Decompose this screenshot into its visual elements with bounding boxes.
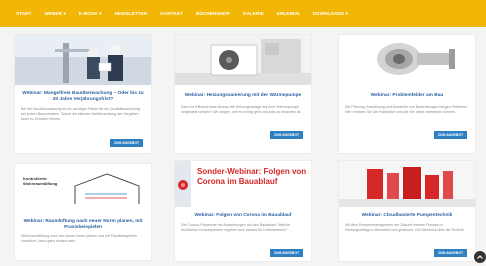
construction-workers-image xyxy=(15,35,151,85)
nav-item-ebook[interactable]: E-BOOK ▾ xyxy=(79,11,102,17)
nav-item-newsletter[interactable]: NEWSLETTER xyxy=(115,11,148,16)
card-title[interactable]: Webinar: Cloudbasierte Pumpentechnik xyxy=(345,213,469,219)
card-more-button[interactable]: ZUM ANGEBOT xyxy=(434,249,467,257)
webinar-card-pumpentechnik: Webinar: Cloudbasierte Pumpentechnik Mit… xyxy=(338,160,476,262)
webinar-card-raumlueftung: Kontrollierte Wohnraumlüftung Webinar: R… xyxy=(14,163,152,261)
thumbnail-label: Kontrollierte Wohnraumlüftung xyxy=(23,176,58,186)
card-title[interactable]: Webinar: Problemfelder am Bau xyxy=(345,93,469,99)
card-more-button[interactable]: ZUM ANGEBOT xyxy=(434,131,467,139)
card-description: Die Planung, Ausführung und Abnahme von … xyxy=(345,105,469,114)
nav-item-start[interactable]: START xyxy=(16,11,31,16)
webinar-card-problemfelder: Webinar: Problemfelder am Bau Die Planun… xyxy=(338,34,476,154)
card-more-button[interactable]: ZUM ANGEBOT xyxy=(270,249,303,257)
webinar-card-corona: Sonder-Webinar: Folgen von Corona im Bau… xyxy=(174,160,312,262)
card-description: Bei der Bauüberwachung ist ein wichtiger… xyxy=(21,107,140,121)
card-title[interactable]: Webinar: Heizungssanierung mit der Wärme… xyxy=(181,93,305,99)
pump-technology-image xyxy=(339,161,475,207)
corona-webinar-image: Sonder-Webinar: Folgen von Corona im Bau… xyxy=(175,161,311,207)
card-more-button[interactable]: ZUM ANGEBOT xyxy=(270,131,303,139)
main-navigation: START WEBER ▾ E-BOOK ▾ NEWSLETTER KONTAKT BÜC… xyxy=(0,0,486,27)
nav-item-buechershop[interactable]: BÜCHERSHOP xyxy=(196,11,230,16)
chevron-up-icon xyxy=(477,255,483,259)
heat-pump-image xyxy=(175,35,311,85)
webinar-card-bauueberwachung: Webinar: Mangelfreie Bauüberwachung – Od… xyxy=(14,34,152,154)
webinar-card-waermepumpe: Webinar: Heizungssanierung mit der Wärme… xyxy=(174,34,312,154)
nav-item-erleben[interactable]: ERLEBEN xyxy=(277,11,300,16)
nav-item-galerie[interactable]: GALERIE xyxy=(243,11,264,16)
thumbnail-label: Sonder-Webinar: Folgen von Corona im Bau… xyxy=(197,167,307,186)
nav-item-weber[interactable]: WEBER ▾ xyxy=(44,11,65,17)
nav-item-downloads[interactable]: DOWNLOADS ▾ xyxy=(313,11,348,17)
card-title[interactable]: Webinar: Raumlüftung nach neuer Norm pla… xyxy=(21,219,145,231)
card-title[interactable]: Webinar: Mangelfreie Bauüberwachung – Od… xyxy=(21,91,145,103)
pipe-fittings-image xyxy=(339,35,475,85)
ventilation-diagram-image: Kontrollierte Wohnraumlüftung xyxy=(15,164,151,212)
card-description: Wohnraumlüftung nach der neuen Norm plan… xyxy=(21,234,137,243)
card-description: Mit dem Pumpenmanagement der Zukunft wer… xyxy=(345,223,465,232)
card-more-button[interactable]: ZUM ANGEBOT xyxy=(110,139,143,147)
card-description: Kann im Effizienzhaus-Niveau die Heizung… xyxy=(181,105,302,114)
scroll-to-top-button[interactable] xyxy=(474,251,486,263)
card-description: Die Corona-Pandemie hat Auswirkungen auf… xyxy=(181,223,291,232)
card-title[interactable]: Webinar: Folgen von Corona im Bauablauf xyxy=(181,213,305,219)
nav-item-kontakt[interactable]: KONTAKT xyxy=(160,11,183,16)
